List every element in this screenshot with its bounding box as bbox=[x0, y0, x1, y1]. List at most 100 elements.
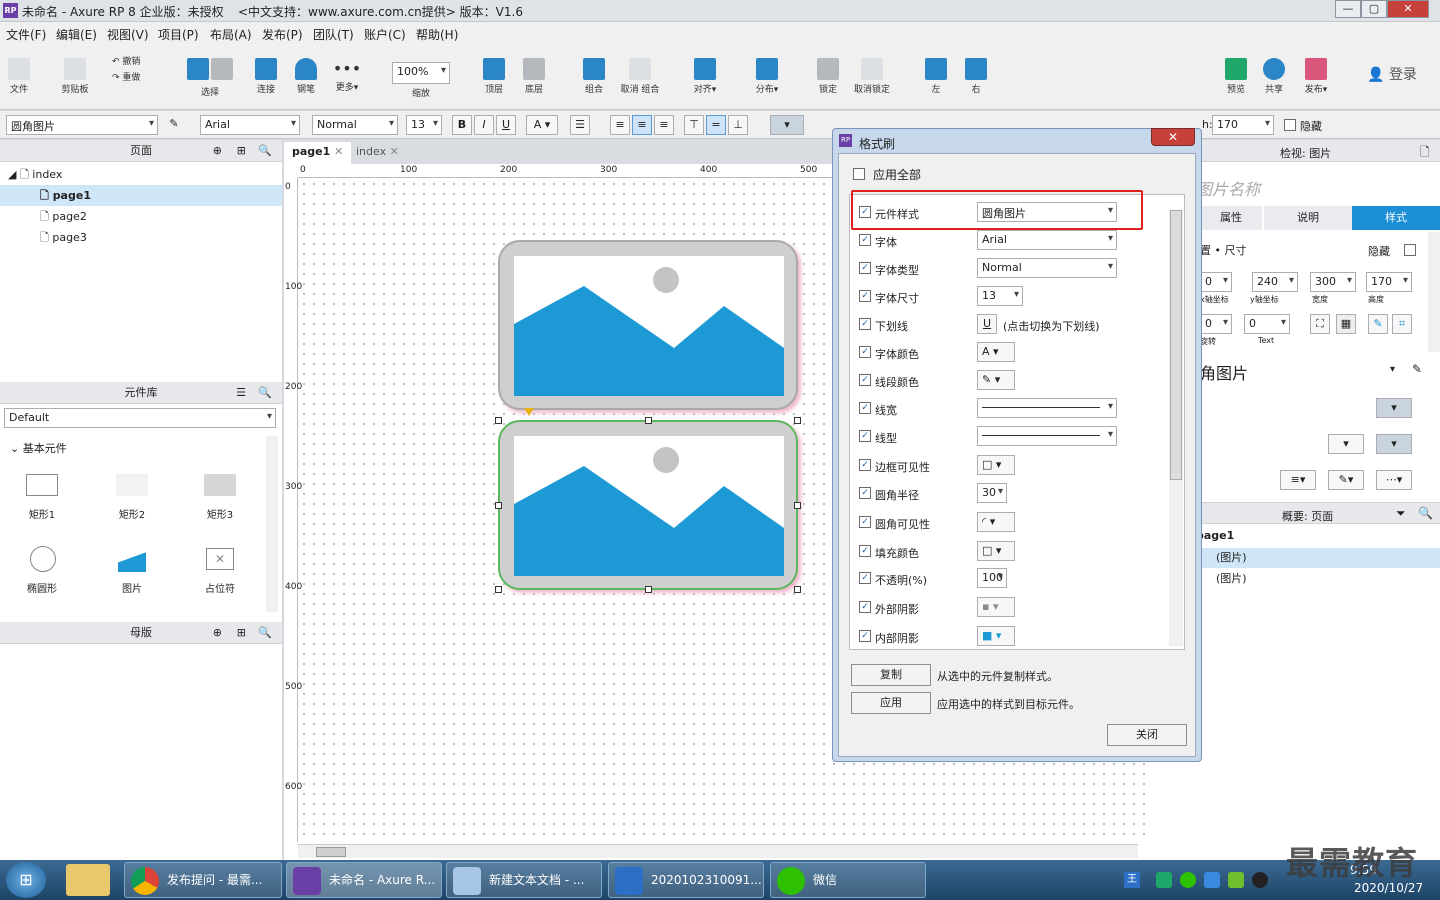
height-input[interactable]: 170 bbox=[1366, 272, 1412, 292]
text-rotate-input[interactable]: 0 bbox=[1244, 314, 1290, 334]
preview-button[interactable]: 预览 bbox=[1222, 58, 1250, 95]
connect-button[interactable]: 连接 bbox=[252, 58, 280, 95]
image-widget-2[interactable] bbox=[498, 420, 798, 590]
add-page-icon[interactable]: ⊕ bbox=[213, 140, 222, 162]
apply-all-checkbox[interactable] bbox=[853, 168, 865, 180]
line-style-button[interactable]: ⋯▾ bbox=[1376, 470, 1412, 490]
taskbar-item-notepad[interactable]: 新建文本文档 - ... bbox=[446, 862, 602, 898]
width-input[interactable]: 300 bbox=[1310, 272, 1356, 292]
tray-qq-icon[interactable] bbox=[1252, 872, 1268, 888]
height-input[interactable]: 170 bbox=[1212, 115, 1274, 135]
outer-shadow-checkbox[interactable]: ✓ bbox=[859, 601, 871, 613]
outer-shadow-button[interactable]: ▾ bbox=[1328, 434, 1364, 454]
outer-shadow-picker[interactable]: ▪ ▾ bbox=[977, 597, 1015, 617]
file-button[interactable]: 文件 bbox=[6, 58, 32, 95]
opacity-checkbox[interactable]: ✓ bbox=[859, 572, 871, 584]
rect2-icon[interactable] bbox=[116, 474, 148, 496]
corner-radius-handle[interactable] bbox=[524, 408, 534, 416]
explorer-icon[interactable] bbox=[66, 864, 110, 896]
menu-help[interactable]: 帮助(H) bbox=[416, 26, 458, 43]
border-visibility-picker[interactable]: □ ▾ bbox=[977, 455, 1015, 475]
edit-style-icon[interactable]: ✎ bbox=[1412, 362, 1422, 376]
widget-name-input[interactable]: 图片名称 bbox=[1196, 176, 1260, 200]
fill-swatch[interactable]: ▾ bbox=[1376, 398, 1412, 418]
corner-visibility-picker[interactable]: ◜ ▾ bbox=[977, 512, 1015, 532]
font-size-option-select[interactable]: 13 bbox=[977, 286, 1023, 306]
maximize-button[interactable]: ▢ bbox=[1361, 0, 1387, 18]
search-pages-icon[interactable]: 🔍 bbox=[258, 140, 272, 162]
add-master-folder-icon[interactable]: ⊞ bbox=[237, 622, 246, 644]
left-button[interactable]: 左 bbox=[922, 58, 950, 95]
dialog-close-button[interactable]: ✕ bbox=[1151, 128, 1195, 146]
rotate-input[interactable]: 0 bbox=[1200, 314, 1232, 334]
search-outline-icon[interactable]: 🔍 bbox=[1418, 506, 1433, 520]
minimize-button[interactable]: — bbox=[1335, 0, 1361, 18]
options-scroll-thumb[interactable] bbox=[1170, 210, 1182, 480]
taskbar-item-video[interactable]: 2020102310091... bbox=[608, 862, 764, 898]
search-library-icon[interactable]: 🔍 bbox=[258, 382, 272, 404]
hide-checkbox[interactable] bbox=[1284, 119, 1296, 131]
tray-shield-icon[interactable] bbox=[1204, 872, 1220, 888]
outline-item-image-1[interactable]: (图片) bbox=[1196, 548, 1440, 568]
underline-checkbox[interactable]: ✓ bbox=[859, 318, 871, 330]
valign-bottom-button[interactable]: ⊥ bbox=[728, 115, 748, 135]
align-button[interactable]: 对齐▾ bbox=[688, 58, 722, 95]
add-master-icon[interactable]: ⊕ bbox=[213, 622, 222, 644]
valign-top-button[interactable]: ⊤ bbox=[684, 115, 704, 135]
resize-handle[interactable] bbox=[645, 417, 652, 424]
ungroup-button[interactable]: 取消 组合 bbox=[618, 58, 662, 95]
ime-icon[interactable]: 王 bbox=[1124, 872, 1140, 888]
image-widget-1[interactable] bbox=[498, 240, 798, 410]
fill-color-checkbox[interactable]: ✓ bbox=[859, 545, 871, 557]
resize-handle[interactable] bbox=[495, 502, 502, 509]
fit-icon[interactable]: ⛶ bbox=[1310, 314, 1330, 334]
share-button[interactable]: 共享 bbox=[1260, 58, 1288, 95]
canvas-h-scrollbar[interactable] bbox=[298, 844, 1138, 858]
line-color-checkbox[interactable]: ✓ bbox=[859, 374, 871, 386]
tab-index[interactable]: index ✕ bbox=[348, 142, 407, 164]
style-select[interactable]: 圆角图片 bbox=[6, 115, 158, 135]
line-color-picker[interactable]: ✎ ▾ bbox=[977, 370, 1015, 390]
corner-radius-input[interactable]: 30 bbox=[977, 483, 1007, 503]
menu-edit[interactable]: 编辑(E) bbox=[56, 26, 97, 43]
bold-button[interactable]: B bbox=[452, 115, 472, 135]
align-right-button[interactable]: ≡ bbox=[654, 115, 674, 135]
line-width-select[interactable] bbox=[977, 398, 1117, 418]
menu-publish[interactable]: 发布(P) bbox=[262, 26, 303, 43]
underline-button[interactable]: U bbox=[496, 115, 516, 135]
widget-style-select[interactable]: 圆角图片 bbox=[977, 202, 1117, 222]
notes-icon[interactable]: 🗋 bbox=[1420, 143, 1430, 164]
line-width-button[interactable]: ≡▾ bbox=[1280, 470, 1316, 490]
fill-color-picker[interactable]: □ ▾ bbox=[977, 541, 1015, 561]
menu-account[interactable]: 账户(C) bbox=[364, 26, 406, 43]
page-item-page3[interactable]: 🗋 page3 bbox=[0, 227, 282, 248]
font-option-select[interactable]: Arial bbox=[977, 230, 1117, 250]
inspector-scrollbar[interactable] bbox=[1428, 232, 1440, 352]
tab-properties[interactable]: 属性 bbox=[1200, 206, 1262, 230]
inner-shadow-picker[interactable]: ■ ▾ bbox=[977, 626, 1015, 646]
auto-fit-icon[interactable]: ▦ bbox=[1336, 314, 1356, 334]
options-scrollbar[interactable] bbox=[1169, 210, 1183, 646]
scroll-thumb[interactable] bbox=[316, 847, 346, 857]
corner-radius-checkbox[interactable]: ✓ bbox=[859, 487, 871, 499]
line-type-checkbox[interactable]: ✓ bbox=[859, 430, 871, 442]
border-visibility-checkbox[interactable]: ✓ bbox=[859, 459, 871, 471]
page-item-index[interactable]: ◢ 🗋 index bbox=[0, 164, 282, 185]
pen-button[interactable]: 钢笔 bbox=[292, 58, 320, 95]
menu-project[interactable]: 项目(P) bbox=[158, 26, 199, 43]
align-left-button[interactable]: ≡ bbox=[610, 115, 630, 135]
align-center-button[interactable]: ≡ bbox=[632, 115, 652, 135]
taskbar-item-axure[interactable]: 未命名 - Axure R... bbox=[286, 862, 442, 898]
font-select[interactable]: Arial bbox=[200, 115, 300, 135]
font-size-select[interactable]: 13 bbox=[406, 115, 442, 135]
line-width-checkbox[interactable]: ✓ bbox=[859, 402, 871, 414]
tab-notes[interactable]: 说明 bbox=[1264, 206, 1352, 230]
style-dropdown-icon[interactable]: ▾ bbox=[1390, 364, 1395, 375]
basic-widgets-section[interactable]: ⌄ 基本元件 bbox=[10, 440, 67, 456]
italic-button[interactable]: I bbox=[474, 115, 494, 135]
resize-handle[interactable] bbox=[794, 586, 801, 593]
menu-team[interactable]: 团队(T) bbox=[313, 26, 354, 43]
lock-button[interactable]: 锁定 bbox=[814, 58, 842, 95]
outline-item-image-2[interactable]: (图片) bbox=[1196, 569, 1440, 589]
tray-icon[interactable] bbox=[1156, 872, 1172, 888]
